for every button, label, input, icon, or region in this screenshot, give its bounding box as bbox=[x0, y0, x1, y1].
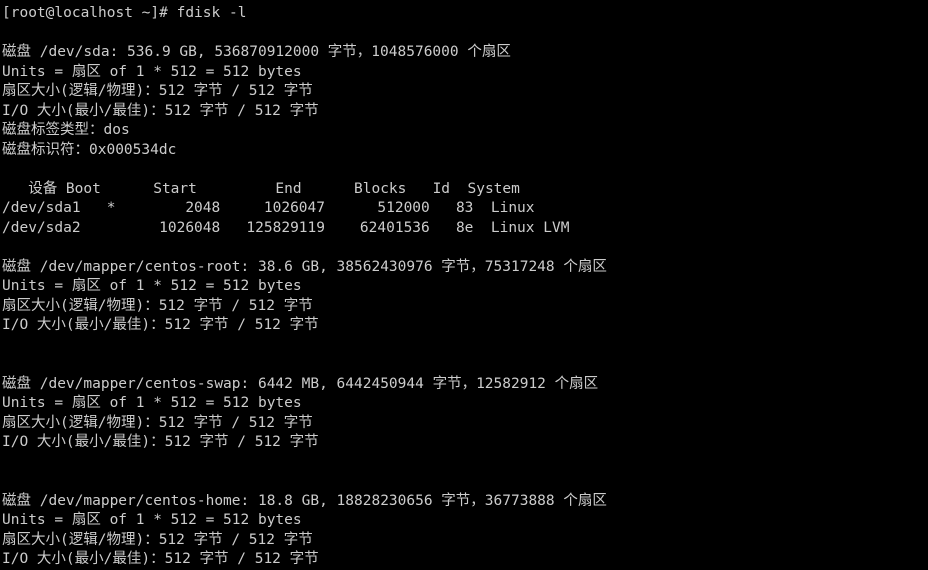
terminal-output: [root@localhost ~]# fdisk -l 磁盘 /dev/sda:… bbox=[2, 4, 928, 570]
terminal-line: Units = 扇区 of 1 * 512 = 512 bytes bbox=[2, 63, 302, 80]
terminal-line: 扇区大小(逻辑/物理)：512 字节 / 512 字节 bbox=[2, 414, 313, 431]
terminal-line: 磁盘标签类型：dos bbox=[2, 122, 130, 138]
terminal-line: I/O 大小(最小/最佳)：512 字节 / 512 字节 bbox=[2, 434, 319, 450]
terminal-line: /dev/sda1 * 2048 1026047 512000 83 Linux bbox=[2, 200, 535, 216]
terminal-line: I/O 大小(最小/最佳)：512 字节 / 512 字节 bbox=[2, 317, 319, 333]
terminal-line: Units = 扇区 of 1 * 512 = 512 bytes bbox=[2, 395, 302, 411]
terminal-line: /dev/sda2 1026048 125829119 62401536 8e … bbox=[2, 219, 570, 236]
terminal-line: Units = 扇区 of 1 * 512 = 512 bytes bbox=[2, 512, 302, 528]
terminal-line: 磁盘 /dev/mapper/centos-home: 18.8 GB, 188… bbox=[2, 492, 607, 509]
terminal-line: 磁盘 /dev/mapper/centos-swap: 6442 MB, 644… bbox=[2, 375, 599, 392]
terminal-line: 扇区大小(逻辑/物理)：512 字节 / 512 字节 bbox=[2, 83, 313, 99]
terminal-line: 扇区大小(逻辑/物理)：512 字节 / 512 字节 bbox=[2, 531, 313, 548]
terminal-line: I/O 大小(最小/最佳)：512 字节 / 512 字节 bbox=[2, 551, 319, 567]
terminal-line: 磁盘 /dev/sda: 536.9 GB, 536870912000 字节，1… bbox=[2, 44, 511, 60]
terminal-screen[interactable]: [root@localhost ~]# fdisk -l 磁盘 /dev/sda:… bbox=[0, 0, 928, 567]
terminal-line: Units = 扇区 of 1 * 512 = 512 bytes bbox=[2, 278, 302, 294]
terminal-prompt-line: [root@localhost ~]# fdisk -l bbox=[2, 5, 247, 21]
terminal-line: 磁盘 /dev/mapper/centos-root: 38.6 GB, 385… bbox=[2, 258, 607, 275]
terminal-line: 设备 Boot Start End Blocks Id System bbox=[2, 180, 520, 197]
terminal-line: 磁盘标识符：0x000534dc bbox=[2, 141, 177, 158]
terminal-line: 扇区大小(逻辑/物理)：512 字节 / 512 字节 bbox=[2, 297, 313, 314]
terminal-line: I/O 大小(最小/最佳)：512 字节 / 512 字节 bbox=[2, 102, 319, 119]
